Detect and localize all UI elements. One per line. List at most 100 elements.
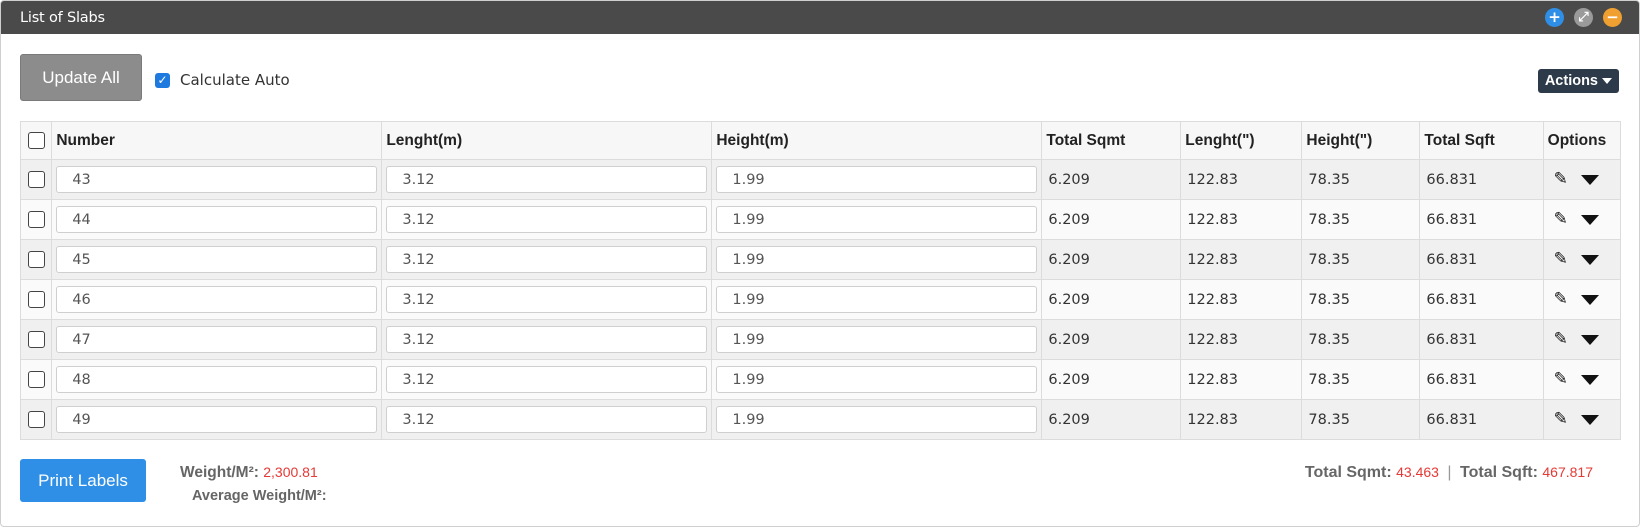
height-m-input[interactable]: 1.99 [716, 366, 1038, 393]
row-checkbox[interactable] [27, 411, 45, 428]
number-input[interactable]: 49 [56, 406, 378, 433]
dropdown-arrow-icon[interactable] [1580, 374, 1599, 385]
length-m-input[interactable]: 3.12 [386, 406, 708, 433]
pencil-icon[interactable]: ✎ [1554, 331, 1568, 348]
height-in-cell: 78.35 [1301, 359, 1421, 400]
dropdown-arrow-icon[interactable] [1580, 414, 1599, 425]
total-sqmt-cell: 6.209 [1041, 359, 1182, 400]
length-m-input[interactable]: 3.12 [386, 166, 708, 193]
update-all-button[interactable]: Update All [20, 54, 142, 101]
pencil-icon[interactable]: ✎ [1554, 211, 1568, 228]
height-in-cell: 78.35 [1301, 239, 1421, 280]
pencil-icon[interactable]: ✎ [1554, 411, 1568, 428]
dropdown-arrow-icon[interactable] [1580, 294, 1599, 305]
pencil-icon[interactable]: ✎ [1554, 371, 1568, 388]
plus-circle-icon[interactable]: + [1545, 8, 1564, 27]
total-sqft-value: 467.817 [1542, 464, 1593, 480]
average-weight-label: Average Weight/M²: [192, 488, 327, 504]
total-sqmt-cell: 6.209 [1041, 399, 1182, 440]
height-m-input[interactable]: 1.99 [716, 246, 1038, 273]
height-m-input[interactable]: 1.99 [716, 326, 1038, 353]
table-row: 45 3.12 1.99 6.209 122.83 78.35 66.831 ✎ [19, 239, 1622, 280]
height-m-input[interactable]: 1.99 [716, 286, 1038, 313]
print-labels-button[interactable]: Print Labels [20, 459, 146, 502]
total-sqmt-cell: 6.209 [1041, 279, 1182, 320]
total-sqft-cell: 66.831 [1419, 159, 1544, 200]
height-m-input[interactable]: 1.99 [716, 166, 1038, 193]
pencil-icon[interactable]: ✎ [1554, 171, 1568, 188]
column-header-height-m: Height(m) [711, 121, 1043, 160]
number-input[interactable]: 46 [56, 286, 378, 313]
number-input[interactable]: 47 [56, 326, 378, 353]
totals-separator: | [1447, 464, 1452, 481]
number-input[interactable]: 45 [56, 246, 378, 273]
expand-icon[interactable]: ⤢ [1574, 8, 1593, 27]
options-cell: ✎ [1542, 279, 1622, 320]
number-input[interactable]: 48 [56, 366, 378, 393]
length-m-input[interactable]: 3.12 [386, 206, 708, 233]
options-cell: ✎ [1542, 359, 1622, 400]
weight-label: Weight/M²: [180, 464, 259, 481]
row-checkbox[interactable] [27, 331, 45, 348]
row-checkbox[interactable] [27, 171, 45, 188]
length-m-input[interactable]: 3.12 [386, 286, 708, 313]
total-sqft-cell: 66.831 [1419, 279, 1544, 320]
length-in-cell: 122.83 [1180, 199, 1303, 240]
total-sqmt-cell: 6.209 [1041, 239, 1182, 280]
height-m-input[interactable]: 1.99 [716, 406, 1038, 433]
dropdown-arrow-icon[interactable] [1580, 254, 1599, 265]
slabs-panel: List of Slabs + ⤢ − Update All ✓ Calcula… [0, 0, 1640, 527]
pencil-icon[interactable]: ✎ [1554, 291, 1568, 308]
calculate-auto-checkbox[interactable]: ✓ [155, 72, 170, 88]
height-in-cell: 78.35 [1301, 279, 1421, 320]
panel-title: List of Slabs [20, 9, 105, 26]
column-header-total-sqmt: Total Sqmt [1041, 121, 1182, 160]
height-in-cell: 78.35 [1301, 319, 1421, 360]
actions-dropdown-button[interactable]: Actions [1537, 69, 1619, 93]
calculate-auto-toggle[interactable]: ✓ Calculate Auto [155, 71, 290, 89]
table-row: 49 3.12 1.99 6.209 122.83 78.35 66.831 ✎ [19, 399, 1622, 440]
length-m-input[interactable]: 3.12 [386, 246, 708, 273]
length-in-cell: 122.83 [1180, 399, 1303, 440]
total-sqmt-label: Total Sqmt: [1304, 464, 1392, 481]
caret-down-icon [1602, 78, 1612, 84]
number-input[interactable]: 44 [56, 206, 378, 233]
toolbar: Update All [1, 34, 1639, 106]
length-m-input[interactable]: 3.12 [386, 366, 708, 393]
minus-circle-icon[interactable]: − [1603, 8, 1622, 27]
dropdown-arrow-icon[interactable] [1580, 334, 1599, 345]
total-sqft-cell: 66.831 [1419, 199, 1544, 240]
row-checkbox[interactable] [27, 251, 45, 268]
total-sqmt-value: 43.463 [1396, 464, 1439, 480]
calculate-auto-label: Calculate Auto [180, 71, 290, 89]
length-m-input[interactable]: 3.12 [386, 326, 708, 353]
table-row: 48 3.12 1.99 6.209 122.83 78.35 66.831 ✎ [19, 359, 1622, 400]
height-m-input[interactable]: 1.99 [716, 206, 1038, 233]
table-row: 43 3.12 1.99 6.209 122.83 78.35 66.831 ✎ [19, 159, 1622, 200]
options-cell: ✎ [1542, 319, 1622, 360]
total-sqmt-cell: 6.209 [1041, 159, 1182, 200]
column-header-height-in: Height(") [1301, 121, 1421, 160]
totals-summary: Total Sqmt: 43.463 | Total Sqft: 467.817 [1305, 464, 1593, 482]
length-in-cell: 122.83 [1180, 359, 1303, 400]
height-in-cell: 78.35 [1301, 199, 1421, 240]
weight-summary: Weight/M²: 2,300.81 [180, 464, 318, 482]
select-all-checkbox[interactable] [27, 132, 45, 149]
pencil-icon[interactable]: ✎ [1554, 251, 1568, 268]
row-checkbox[interactable] [27, 371, 45, 388]
window-controls: + ⤢ − [1545, 8, 1622, 27]
dropdown-arrow-icon[interactable] [1580, 214, 1599, 225]
column-header-options: Options [1542, 121, 1622, 160]
dropdown-arrow-icon[interactable] [1580, 174, 1599, 185]
options-cell: ✎ [1542, 199, 1622, 240]
column-header-length-in: Lenght(") [1180, 121, 1303, 160]
options-cell: ✎ [1542, 159, 1622, 200]
number-input[interactable]: 43 [56, 166, 378, 193]
table-row: 46 3.12 1.99 6.209 122.83 78.35 66.831 ✎ [19, 279, 1622, 320]
table-row: 47 3.12 1.99 6.209 122.83 78.35 66.831 ✎ [19, 319, 1622, 360]
height-in-cell: 78.35 [1301, 159, 1421, 200]
row-checkbox[interactable] [27, 211, 45, 228]
weight-value: 2,300.81 [263, 464, 318, 480]
column-header-total-sqft: Total Sqft [1419, 121, 1544, 160]
row-checkbox[interactable] [27, 291, 45, 308]
